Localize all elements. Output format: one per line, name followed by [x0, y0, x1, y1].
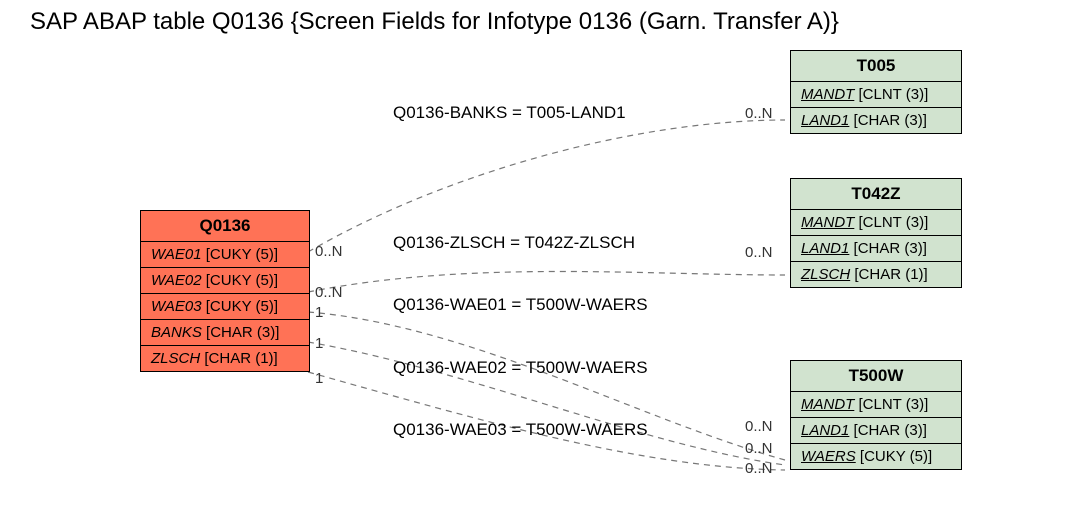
- table-row: MANDT [CLNT (3)]: [791, 210, 961, 236]
- table-q0136: Q0136 WAE01 [CUKY (5)] WAE02 [CUKY (5)] …: [140, 210, 310, 372]
- relation-label: Q0136-ZLSCH = T042Z-ZLSCH: [393, 233, 635, 253]
- relation-label: Q0136-WAE01 = T500W-WAERS: [393, 295, 648, 315]
- table-row: ZLSCH [CHAR (1)]: [791, 262, 961, 287]
- cardinality-right: 0..N: [745, 105, 773, 122]
- table-t042z: T042Z MANDT [CLNT (3)] LAND1 [CHAR (3)] …: [790, 178, 962, 288]
- cardinality-left: 1: [315, 304, 323, 321]
- table-header-t500w: T500W: [791, 361, 961, 392]
- table-t500w: T500W MANDT [CLNT (3)] LAND1 [CHAR (3)] …: [790, 360, 962, 470]
- table-header-t005: T005: [791, 51, 961, 82]
- cardinality-left: 0..N: [315, 243, 343, 260]
- table-header-t042z: T042Z: [791, 179, 961, 210]
- cardinality-right: 0..N: [745, 460, 773, 477]
- table-row: ZLSCH [CHAR (1)]: [141, 346, 309, 371]
- cardinality-right: 0..N: [745, 440, 773, 457]
- page-title: SAP ABAP table Q0136 {Screen Fields for …: [30, 8, 839, 36]
- table-row: LAND1 [CHAR (3)]: [791, 418, 961, 444]
- cardinality-left: 1: [315, 370, 323, 387]
- relation-label: Q0136-BANKS = T005-LAND1: [393, 103, 626, 123]
- cardinality-left: 1: [315, 335, 323, 352]
- relation-label: Q0136-WAE02 = T500W-WAERS: [393, 358, 648, 378]
- table-row: LAND1 [CHAR (3)]: [791, 236, 961, 262]
- table-row: MANDT [CLNT (3)]: [791, 82, 961, 108]
- table-row: BANKS [CHAR (3)]: [141, 320, 309, 346]
- table-row: MANDT [CLNT (3)]: [791, 392, 961, 418]
- table-row: LAND1 [CHAR (3)]: [791, 108, 961, 133]
- cardinality-right: 0..N: [745, 418, 773, 435]
- table-header-q0136: Q0136: [141, 211, 309, 242]
- table-row: WAERS [CUKY (5)]: [791, 444, 961, 469]
- cardinality-right: 0..N: [745, 244, 773, 261]
- table-row: WAE02 [CUKY (5)]: [141, 268, 309, 294]
- cardinality-left: 0..N: [315, 284, 343, 301]
- table-row: WAE03 [CUKY (5)]: [141, 294, 309, 320]
- table-t005: T005 MANDT [CLNT (3)] LAND1 [CHAR (3)]: [790, 50, 962, 134]
- table-row: WAE01 [CUKY (5)]: [141, 242, 309, 268]
- relation-label: Q0136-WAE03 = T500W-WAERS: [393, 420, 648, 440]
